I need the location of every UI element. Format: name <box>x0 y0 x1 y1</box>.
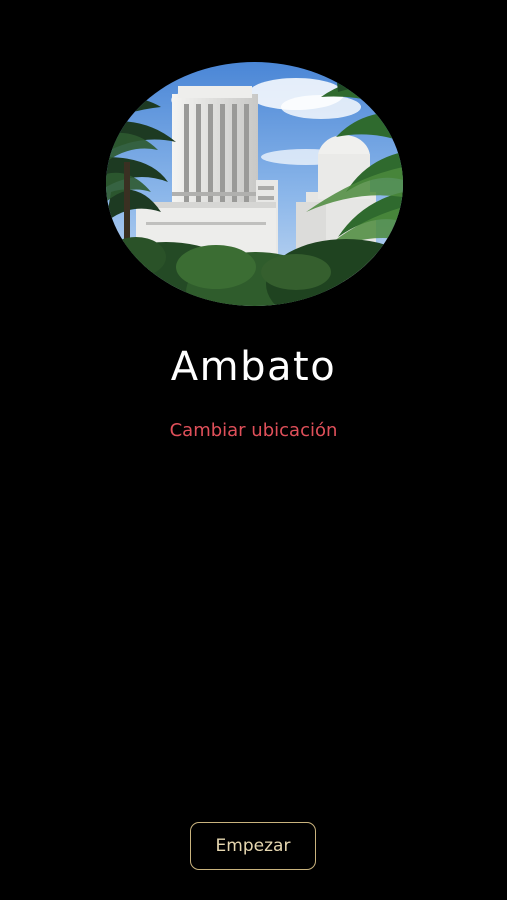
city-photo <box>106 62 403 306</box>
city-name: Ambato <box>170 344 337 390</box>
start-button[interactable]: Empezar <box>190 822 316 870</box>
welcome-screen: Ambato Cambiar ubicación Empezar <box>0 0 507 900</box>
change-location-link[interactable]: Cambiar ubicación <box>0 420 507 441</box>
